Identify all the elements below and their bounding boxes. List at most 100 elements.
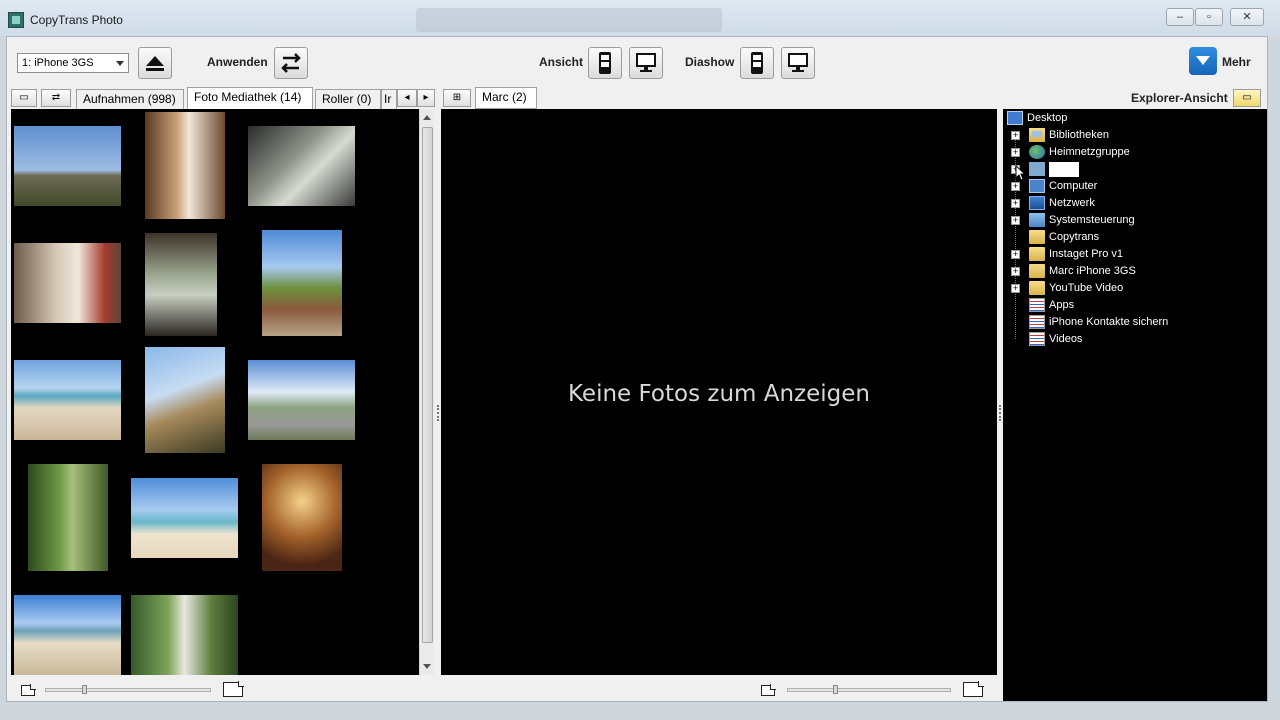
photo-thumbnail[interactable] xyxy=(262,464,342,571)
expand-icon[interactable]: + xyxy=(1011,148,1020,157)
photo-thumbnail[interactable] xyxy=(14,595,121,675)
app-icon xyxy=(8,12,24,28)
new-album-button[interactable]: ⊞ xyxy=(443,89,471,107)
chevron-down-icon xyxy=(116,61,124,66)
apply-button[interactable] xyxy=(274,47,308,79)
phone-icon xyxy=(599,52,611,74)
tree-item-user[interactable]: + xyxy=(1011,161,1251,178)
zoom-small-icon[interactable] xyxy=(21,684,36,696)
slideshow-device-button[interactable] xyxy=(740,47,774,79)
device-select[interactable]: 1: iPhone 3GS xyxy=(17,53,129,73)
left-zoom-bar xyxy=(11,675,435,701)
network-icon xyxy=(1029,196,1045,210)
zoom-slider-handle[interactable] xyxy=(833,685,838,694)
expand-icon[interactable]: + xyxy=(1011,182,1020,191)
folder-icon xyxy=(1029,281,1045,295)
expand-icon[interactable]: + xyxy=(1011,131,1020,140)
tab-scroll-left-button[interactable]: ◂ xyxy=(397,89,417,107)
tree-item-bibliotheken[interactable]: + Bibliotheken xyxy=(1011,127,1251,144)
explorer-view-toggle-button[interactable]: ▭ xyxy=(1233,89,1261,107)
expand-icon[interactable]: + xyxy=(1011,250,1020,259)
tree-item-apps[interactable]: Apps xyxy=(1011,297,1251,314)
photo-thumbnail[interactable] xyxy=(248,360,355,440)
background-window-title xyxy=(416,8,722,32)
tree-item-copytrans[interactable]: Copytrans xyxy=(1011,229,1251,246)
photo-thumbnail[interactable] xyxy=(248,126,355,206)
explorer-view-label: Explorer-Ansicht xyxy=(1131,91,1228,105)
folder-icon xyxy=(1029,230,1045,244)
tree-item-desktop[interactable]: Desktop xyxy=(1003,110,1243,127)
scroll-up-arrow-icon[interactable] xyxy=(423,115,431,120)
scrollbar-thumb[interactable] xyxy=(422,127,433,643)
photo-thumbnail[interactable] xyxy=(14,360,121,440)
photo-thumbnail[interactable] xyxy=(14,126,121,206)
tree-item-computer[interactable]: + Computer xyxy=(1011,178,1251,195)
minimize-button[interactable]: ‒ xyxy=(1166,8,1194,26)
phone-icon xyxy=(751,52,763,74)
libraries-icon xyxy=(1029,128,1045,142)
mouse-cursor-icon xyxy=(1015,165,1027,181)
tree-item-heimnetzgruppe[interactable]: + Heimnetzgruppe xyxy=(1011,144,1251,161)
tab-row: ▭ ⇄ Aufnahmen (998) Foto Mediathek (14) … xyxy=(7,87,1269,109)
slideshow-computer-button[interactable] xyxy=(781,47,815,79)
zoom-small-icon[interactable] xyxy=(761,684,776,696)
more-dropdown-icon[interactable] xyxy=(1189,47,1217,75)
photo-grid-scrollbar[interactable] xyxy=(419,109,434,675)
redacted-label xyxy=(1049,162,1079,177)
transfer-arrows-icon xyxy=(281,53,301,73)
apply-label: Anwenden xyxy=(207,55,268,69)
tab-overflow[interactable]: Ir xyxy=(381,89,397,109)
tab-roller[interactable]: Roller (0) xyxy=(315,89,381,109)
scroll-down-arrow-icon[interactable] xyxy=(423,664,431,669)
album-photo-area: Keine Fotos zum Anzeigen xyxy=(441,109,997,675)
photo-thumbnail[interactable] xyxy=(131,595,238,675)
desktop-icon xyxy=(1007,111,1023,125)
photo-thumbnail[interactable] xyxy=(145,233,217,336)
tab-scroll-right-button[interactable]: ▸ xyxy=(417,89,435,107)
tree-item-netzwerk[interactable]: + Netzwerk xyxy=(1011,195,1251,212)
tree-item-videos[interactable]: Videos xyxy=(1011,331,1251,348)
app-window: 1: iPhone 3GS Anwenden Ansicht Diashow M… xyxy=(6,36,1268,702)
photo-thumbnail[interactable] xyxy=(145,347,225,453)
tab-foto-mediathek[interactable]: Foto Mediathek (14) xyxy=(187,87,313,109)
eject-button[interactable] xyxy=(138,47,172,79)
photo-thumbnail[interactable] xyxy=(145,112,225,219)
slideshow-label: Diashow xyxy=(685,55,735,69)
close-button[interactable]: ✕ xyxy=(1230,8,1264,26)
tree-item-instaget-pro[interactable]: + Instaget Pro v1 xyxy=(1011,246,1251,263)
control-panel-icon xyxy=(1029,213,1045,227)
expand-icon[interactable]: + xyxy=(1011,267,1020,276)
maximize-button[interactable]: ▫ xyxy=(1195,8,1223,26)
zoom-large-icon[interactable] xyxy=(223,681,244,697)
view-device-button[interactable] xyxy=(588,47,622,79)
zoom-slider[interactable] xyxy=(45,688,211,692)
tree-item-marc-iphone[interactable]: + Marc iPhone 3GS xyxy=(1011,263,1251,280)
tree-item-iphone-kontakte[interactable]: iPhone Kontakte sichern xyxy=(1011,314,1251,331)
expand-icon[interactable]: + xyxy=(1011,216,1020,225)
tree-item-systemsteuerung[interactable]: + Systemsteuerung xyxy=(1011,212,1251,229)
more-label[interactable]: Mehr xyxy=(1222,55,1251,69)
photo-thumbnail[interactable] xyxy=(14,243,121,323)
import-button[interactable]: ⇄ xyxy=(41,89,71,107)
view-computer-button[interactable] xyxy=(629,47,663,79)
zoom-slider[interactable] xyxy=(787,688,951,692)
splitter-grip-icon xyxy=(999,405,1001,421)
title-bar: CopyTrans Photo ‒ ▫ ✕ xyxy=(0,0,1280,36)
photo-grid xyxy=(11,109,419,675)
tree-item-youtube-video[interactable]: + YouTube Video xyxy=(1011,280,1251,297)
folder-icon xyxy=(1029,247,1045,261)
zoom-large-icon[interactable] xyxy=(963,681,984,697)
explorer-tree: Desktop + Bibliotheken + Heimnetzgruppe … xyxy=(1003,109,1267,701)
monitor-icon xyxy=(788,53,808,72)
expand-icon[interactable]: + xyxy=(1011,199,1020,208)
tab-album-marc[interactable]: Marc (2) xyxy=(475,87,537,109)
photo-thumbnail[interactable] xyxy=(131,478,238,558)
photo-thumbnail[interactable] xyxy=(28,464,108,571)
single-view-button[interactable]: ▭ xyxy=(11,89,37,107)
tab-aufnahmen[interactable]: Aufnahmen (998) xyxy=(76,89,184,109)
photo-thumbnail[interactable] xyxy=(262,230,342,336)
zoom-slider-handle[interactable] xyxy=(82,685,87,694)
view-label: Ansicht xyxy=(539,55,584,69)
expand-icon[interactable]: + xyxy=(1011,284,1020,293)
monitor-icon xyxy=(636,53,656,72)
